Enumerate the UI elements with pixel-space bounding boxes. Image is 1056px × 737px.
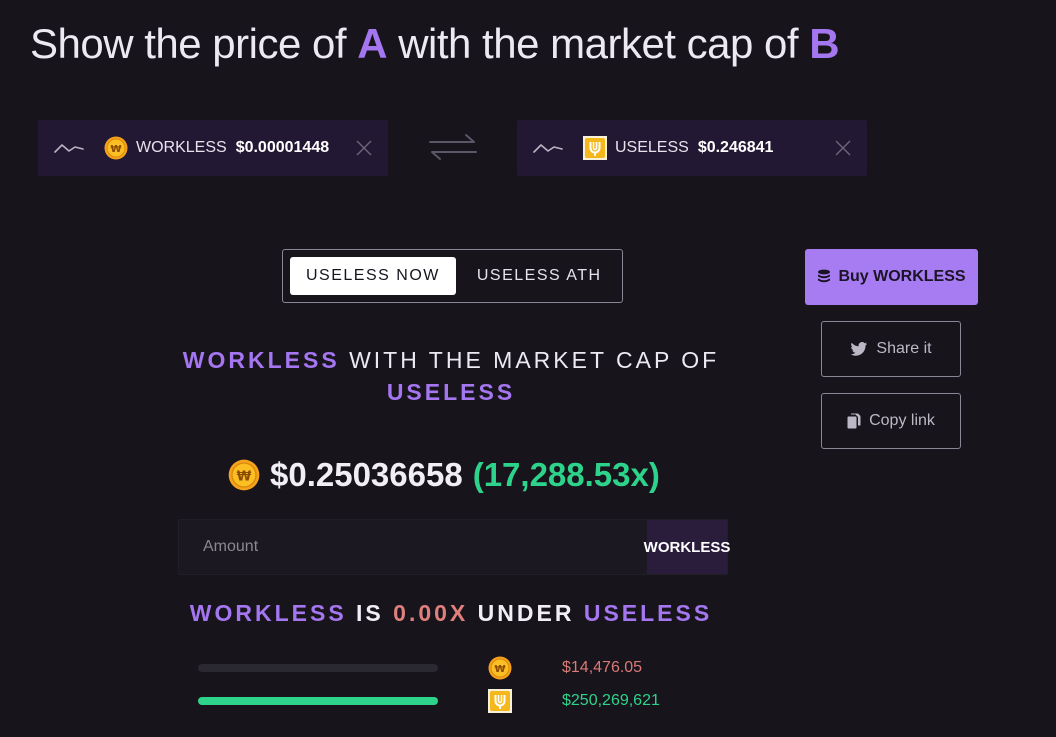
compare-under: UNDER bbox=[477, 600, 575, 626]
token-b-symbol: USELESS bbox=[615, 139, 689, 156]
result-price: ₩ $0.25036658 (17,288.53x) bbox=[228, 453, 660, 497]
workless-coin-icon: ₩ bbox=[488, 656, 512, 680]
market-cap-bar-fill bbox=[198, 697, 438, 705]
share-button-label: Share it bbox=[876, 340, 932, 357]
token-a-symbol: WORKLESS bbox=[136, 139, 227, 156]
title-token-b: B bbox=[809, 20, 840, 67]
market-cap-toggle: USELESS NOW USELESS ATH bbox=[282, 249, 623, 303]
buy-button[interactable]: Buy WORKLESS bbox=[805, 249, 978, 305]
buy-button-label: Buy WORKLESS bbox=[838, 268, 966, 285]
headline-middle: WITH THE MARKET CAP OF bbox=[349, 347, 720, 373]
market-cap-row-workless: ₩ $14,476.05 bbox=[198, 654, 798, 682]
copy-icon bbox=[847, 413, 861, 429]
amount-unit: WORKLESS bbox=[644, 520, 730, 574]
compare-factor: 0.00X bbox=[393, 600, 469, 626]
market-cap-value: $14,476.05 bbox=[562, 659, 643, 676]
title-prefix: Show the price of bbox=[30, 20, 358, 67]
title-middle: with the market cap of bbox=[387, 20, 810, 67]
workless-coin-icon: ₩ bbox=[228, 459, 260, 491]
svg-text:₩: ₩ bbox=[110, 144, 121, 155]
token-b-selector[interactable]: USELESS $0.246841 bbox=[517, 120, 867, 176]
amount-input[interactable] bbox=[179, 520, 647, 574]
twitter-icon bbox=[850, 341, 868, 356]
close-icon[interactable] bbox=[356, 140, 372, 156]
market-cap-value: $250,269,621 bbox=[562, 692, 660, 709]
copy-link-label: Copy link bbox=[869, 412, 935, 429]
close-icon[interactable] bbox=[835, 140, 851, 156]
useless-coin-icon bbox=[583, 136, 607, 160]
market-cap-bar-track bbox=[198, 664, 438, 672]
compare-token-a: WORKLESS bbox=[189, 600, 347, 626]
market-cap-bar-track bbox=[198, 697, 438, 705]
svg-text:₩: ₩ bbox=[237, 469, 252, 484]
compare-token-b: USELESS bbox=[583, 600, 713, 626]
headline-token-b: USELESS bbox=[386, 379, 516, 405]
share-button[interactable]: Share it bbox=[821, 321, 961, 377]
comparison-headline: WORKLESS WITH THE MARKET CAP OF USELESS bbox=[140, 344, 762, 408]
token-a-price: $0.00001448 bbox=[235, 139, 330, 156]
compare-is: IS bbox=[356, 600, 384, 626]
page: Show the price of A with the market cap … bbox=[0, 0, 1056, 737]
result-price-value: $0.25036658 bbox=[270, 456, 463, 493]
amount-field: WORKLESS bbox=[178, 519, 730, 575]
token-b-price: $0.246841 bbox=[697, 139, 774, 156]
title-token-a: A bbox=[357, 20, 388, 67]
svg-text:₩: ₩ bbox=[494, 664, 505, 675]
coins-stack-icon bbox=[818, 269, 831, 283]
trend-line-icon bbox=[54, 144, 84, 153]
token-a-selector[interactable]: ₩ WORKLESS $0.00001448 bbox=[38, 120, 388, 176]
page-title: Show the price of A with the market cap … bbox=[30, 20, 840, 68]
toggle-useless-now[interactable]: USELESS NOW bbox=[290, 257, 456, 295]
useless-coin-icon bbox=[488, 689, 512, 713]
swap-icon[interactable] bbox=[428, 132, 478, 162]
workless-coin-icon: ₩ bbox=[104, 136, 128, 160]
copy-link-button[interactable]: Copy link bbox=[821, 393, 961, 449]
market-cap-row-useless: $250,269,621 bbox=[198, 687, 798, 715]
headline-token-a: WORKLESS bbox=[182, 347, 340, 373]
trend-line-icon bbox=[533, 144, 563, 153]
result-multiplier: (17,288.53x) bbox=[472, 456, 660, 493]
comparison-summary: WORKLESS IS 0.00X UNDER USELESS bbox=[100, 600, 802, 627]
toggle-useless-ath[interactable]: USELESS ATH bbox=[461, 257, 618, 295]
